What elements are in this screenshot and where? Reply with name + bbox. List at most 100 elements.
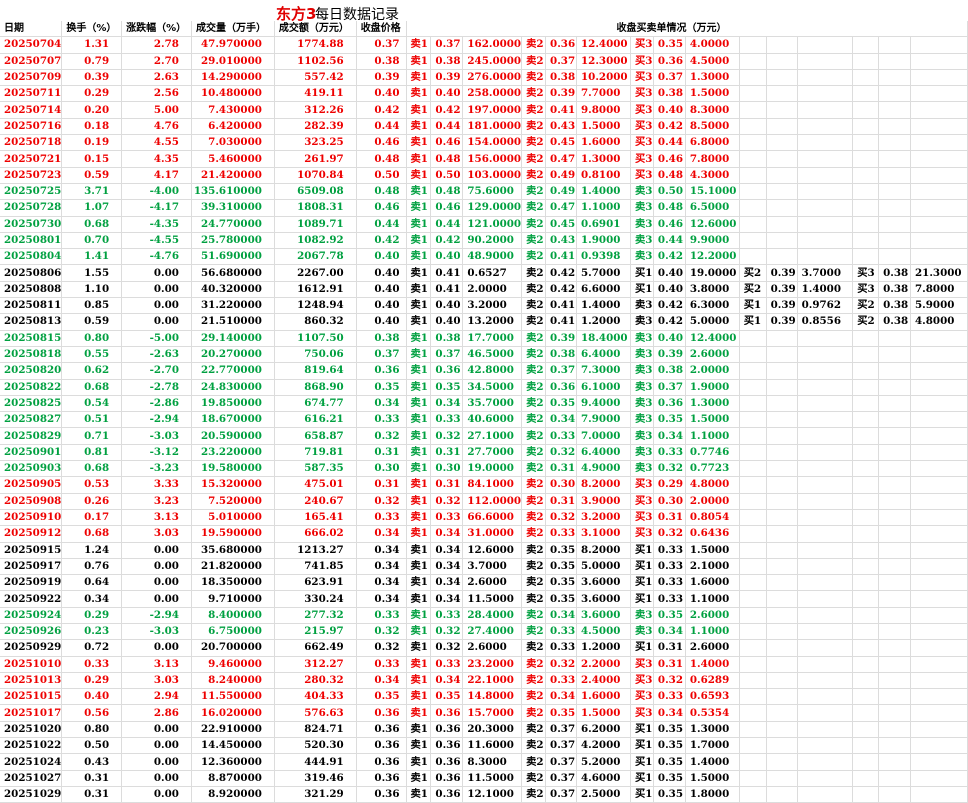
empty-cell [852,134,880,152]
data-cell: 7.7000 [576,85,631,103]
data-cell: 买1 [739,313,767,331]
data-cell: 7.520000 [191,493,275,510]
date-cell: 20250905 [0,476,63,494]
data-cell: 0.59 [61,313,123,331]
empty-cell [766,444,798,462]
data-cell: 2.86 [121,704,192,722]
date-cell: 20251013 [0,672,63,690]
table-row: 20250820 0.62 -2.70 22.770000 819.64 0.36 卖1 0.… [0,362,968,380]
data-cell: 156.0000 [462,150,523,168]
data-cell: 0.34 [356,395,407,413]
data-cell: 31.0000 [462,525,523,543]
data-cell: 0.79 [61,53,123,70]
empty-cell [739,248,767,266]
data-cell: 0.36 [430,721,464,739]
empty-cell [878,688,912,706]
empty-cell [878,558,912,576]
data-cell: 0.38 [878,313,912,331]
data-cell: 0.36 [356,770,407,787]
empty-cell [910,509,968,527]
data-cell: 3.03 [121,672,192,690]
data-cell: 0.36 [356,753,407,771]
data-cell: 21.420000 [191,167,275,184]
empty-cell [878,476,912,494]
data-cell: 0.37 [430,36,464,54]
table-row: 20250813 0.59 0.00 21.510000 860.32 0.40 卖1 0.4… [0,313,968,331]
data-cell: 2.78 [121,36,192,54]
empty-cell [852,85,880,103]
data-cell: 0.18 [61,118,123,136]
empty-cell [797,770,854,787]
data-cell: -2.94 [121,607,192,624]
data-cell: 3.23 [121,493,192,510]
data-cell: 56.680000 [191,264,275,282]
empty-cell [910,85,968,103]
data-cell: 0.40 [430,313,464,331]
data-cell: 卖2 [521,313,547,331]
data-cell: 14.450000 [191,737,275,755]
table-row: 20250926 0.23 -3.03 6.750000 215.97 0.32 卖1 0.3… [0,623,968,641]
data-cell: 0.39 [61,69,123,87]
date-cell: 20251020 [0,721,63,739]
data-cell: 0.8100 [576,167,631,184]
empty-cell [766,362,798,380]
data-cell: 0.35 [356,688,407,706]
data-cell: 0.00 [121,590,192,608]
data-cell: 卖2 [521,199,547,217]
table-row: 20250808 1.10 0.00 40.320000 1612.91 0.40 卖1 0.… [0,281,968,299]
data-cell: 22.910000 [191,721,275,739]
date-cell: 20250822 [0,379,63,396]
data-cell: 买3 [630,493,654,510]
data-cell: 卖2 [521,346,547,364]
empty-cell [910,346,968,364]
data-cell: 卖2 [521,688,547,706]
data-cell: 0.36 [430,704,464,722]
data-cell: 24.770000 [191,216,275,233]
data-cell: 7.030000 [191,134,275,152]
data-cell: 0.00 [121,737,192,755]
data-cell: 1.9000 [685,379,740,396]
data-cell: 1.5000 [576,704,631,722]
empty-cell [910,639,968,657]
data-cell: 卖1 [406,264,432,282]
data-cell: 0.34 [430,542,464,559]
data-cell: 买1 [630,574,654,592]
empty-cell [797,444,854,462]
data-cell: 0.36 [430,770,464,787]
data-cell: 8.400000 [191,607,275,624]
data-cell: 0.34 [356,558,407,576]
empty-cell [910,362,968,380]
empty-cell [766,574,798,592]
table-row: 20250822 0.68 -2.78 24.830000 868.90 0.35 卖1 0.… [0,379,968,396]
empty-cell [739,395,767,413]
data-cell: 买3 [630,656,654,673]
data-cell: 8.240000 [191,672,275,690]
date-cell: 20251010 [0,656,63,673]
data-cell: 0.00 [121,542,192,559]
empty-cell [910,232,968,250]
data-cell: 0.33 [653,558,686,576]
empty-cell [739,558,767,576]
data-cell: 1.1000 [685,623,740,641]
data-cell: 1.1000 [685,590,740,608]
data-cell: 卖2 [521,623,547,641]
data-cell: 0.35 [653,786,686,803]
data-cell: 3.13 [121,509,192,527]
data-cell: 0.34 [356,672,407,690]
data-cell: 321.29 [274,786,357,803]
empty-cell [878,623,912,641]
empty-cell [910,558,968,576]
data-cell: -2.70 [121,362,192,380]
date-cell: 20250704 [0,36,63,54]
table-row: 20251010 0.33 3.13 9.460000 312.27 0.33 卖1 0.33… [0,656,968,673]
table-row: 20251017 0.56 2.86 16.020000 576.63 0.36 卖1 0.3… [0,704,968,722]
data-cell: 卖2 [521,525,547,543]
table-row: 20251029 0.31 0.00 8.920000 321.29 0.36 卖1 0.36… [0,786,968,803]
data-cell: 0.46 [653,216,686,233]
empty-cell [852,721,880,739]
data-cell: 0.30 [356,460,407,478]
empty-cell [910,134,968,152]
data-cell: 0.36 [356,721,407,739]
data-cell: 0.33 [430,607,464,624]
data-cell: 0.46 [653,150,686,168]
